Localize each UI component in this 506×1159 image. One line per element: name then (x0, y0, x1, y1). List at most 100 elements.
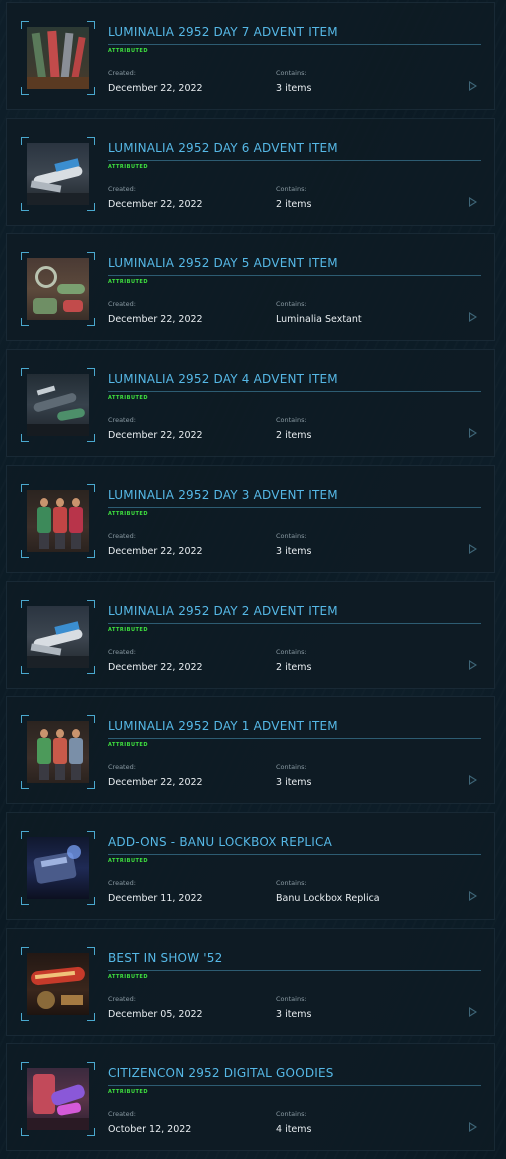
pledge-item-card[interactable]: ADD-ONS - BANU LOCKBOX REPLICA ATTRIBUTED… (6, 811, 495, 920)
created-label: Created: (108, 647, 136, 656)
item-thumbnail-image (27, 721, 89, 784)
thumbnail-detail (56, 729, 64, 739)
contains-value: 2 items (276, 198, 312, 210)
play-arrow-icon[interactable] (469, 81, 477, 91)
thumbnail-detail (35, 266, 57, 289)
pledge-item-card[interactable]: LUMINALIA 2952 DAY 3 ADVENT ITEM ATTRIBUT… (6, 464, 495, 573)
created-label: Created: (108, 878, 136, 887)
pledge-item-card[interactable]: CITIZENCON 2952 DIGITAL GOODIES ATTRIBUTE… (6, 1043, 495, 1152)
created-date: December 22, 2022 (108, 545, 203, 557)
pledge-item-card[interactable]: BEST IN SHOW '52 ATTRIBUTED Created: Contai… (6, 927, 495, 1036)
pledge-item-card[interactable]: LUMINALIA 2952 DAY 7 ADVENT ITEM ATTRIBUT… (6, 2, 495, 110)
play-arrow-icon[interactable] (469, 775, 477, 786)
status-badge: ATTRIBUTED (108, 1089, 148, 1096)
item-thumbnail (21, 21, 95, 95)
thumbnail-detail (53, 738, 67, 765)
thumbnail-detail (39, 764, 49, 781)
contains-value: 3 items (276, 777, 312, 789)
thumbnail-detail (36, 385, 56, 396)
play-arrow-icon[interactable] (469, 1122, 477, 1133)
item-thumbnail-image (27, 374, 89, 437)
status-badge: ATTRIBUTED (108, 510, 148, 517)
contains-label: Contains: (276, 416, 307, 425)
item-thumbnail-image (27, 258, 89, 321)
created-date: December 22, 2022 (108, 430, 203, 442)
title-divider (108, 738, 481, 740)
created-label: Created: (108, 763, 136, 772)
play-arrow-icon[interactable] (469, 543, 477, 554)
play-arrow-icon[interactable] (469, 312, 477, 323)
play-arrow-icon[interactable] (469, 1006, 477, 1017)
item-thumbnail-image (27, 142, 89, 205)
thumbnail-detail (37, 990, 55, 1009)
item-thumbnail (21, 252, 95, 327)
contains-value: 3 items (276, 1008, 312, 1020)
thumbnail-detail (39, 532, 49, 549)
item-thumbnail-image (27, 836, 89, 899)
title-divider (108, 853, 481, 855)
created-label: Created: (108, 69, 136, 77)
play-arrow-icon[interactable] (469, 659, 477, 670)
thumbnail-detail (69, 738, 83, 765)
thumbnail-detail (56, 1102, 82, 1117)
thumbnail-detail (56, 497, 64, 507)
play-arrow-icon[interactable] (469, 196, 477, 207)
item-title[interactable]: CITIZENCON 2952 DIGITAL GOODIES (108, 1066, 334, 1080)
created-label: Created: (108, 994, 136, 1003)
contains-label: Contains: (276, 1110, 307, 1119)
pledge-item-card[interactable]: LUMINALIA 2952 DAY 6 ADVENT ITEM ATTRIBUT… (6, 117, 495, 226)
thumbnail-detail (27, 424, 89, 437)
created-date: December 11, 2022 (108, 892, 203, 904)
thumbnail-detail (47, 30, 60, 82)
status-badge: ATTRIBUTED (108, 395, 148, 402)
thumbnail-detail (67, 844, 81, 859)
thumbnail-detail (33, 298, 57, 315)
item-thumbnail-image (27, 489, 89, 552)
thumbnail-detail (57, 284, 85, 295)
contains-label: Contains: (276, 647, 307, 656)
thumbnail-detail (27, 1118, 89, 1131)
item-title[interactable]: LUMINALIA 2952 DAY 5 ADVENT ITEM (108, 256, 338, 270)
title-divider (108, 391, 481, 393)
pledge-item-card[interactable]: LUMINALIA 2952 DAY 4 ADVENT ITEM ATTRIBUT… (6, 349, 495, 458)
item-title[interactable]: LUMINALIA 2952 DAY 3 ADVENT ITEM (108, 488, 338, 502)
item-thumbnail-image (27, 605, 89, 668)
item-title[interactable]: BEST IN SHOW '52 (108, 951, 222, 965)
item-title[interactable]: ADD-ONS - BANU LOCKBOX REPLICA (108, 835, 332, 849)
created-date: December 22, 2022 (108, 777, 203, 789)
title-divider (108, 969, 481, 971)
thumbnail-detail (40, 497, 48, 507)
status-badge: ATTRIBUTED (108, 742, 148, 749)
created-label: Created: (108, 184, 136, 193)
play-arrow-icon[interactable] (469, 890, 477, 901)
item-title[interactable]: LUMINALIA 2952 DAY 2 ADVENT ITEM (108, 604, 338, 618)
title-divider (108, 159, 481, 161)
item-thumbnail (21, 599, 95, 674)
pledge-item-card[interactable]: LUMINALIA 2952 DAY 5 ADVENT ITEM ATTRIBUT… (6, 233, 495, 342)
status-badge: ATTRIBUTED (108, 279, 148, 286)
item-thumbnail (21, 368, 95, 443)
status-badge: ATTRIBUTED (108, 973, 148, 980)
item-thumbnail (21, 483, 95, 558)
pledge-item-card[interactable]: LUMINALIA 2952 DAY 2 ADVENT ITEM ATTRIBUT… (6, 580, 495, 689)
thumbnail-detail (72, 497, 80, 507)
thumbnail-detail (40, 729, 48, 739)
item-title[interactable]: LUMINALIA 2952 DAY 7 ADVENT ITEM (108, 25, 338, 39)
item-title[interactable]: LUMINALIA 2952 DAY 4 ADVENT ITEM (108, 372, 338, 386)
item-thumbnail-image (27, 1068, 89, 1131)
item-title[interactable]: LUMINALIA 2952 DAY 6 ADVENT ITEM (108, 141, 338, 155)
item-title[interactable]: LUMINALIA 2952 DAY 1 ADVENT ITEM (108, 719, 338, 733)
contains-label: Contains: (276, 300, 307, 309)
thumbnail-detail (37, 738, 51, 765)
play-arrow-icon[interactable] (469, 428, 477, 439)
pledge-item-card[interactable]: LUMINALIA 2952 DAY 1 ADVENT ITEM ATTRIBUT… (6, 696, 495, 805)
created-date: December 22, 2022 (108, 198, 203, 210)
contains-value: 2 items (276, 661, 312, 673)
thumbnail-detail (37, 506, 51, 533)
item-thumbnail (21, 715, 95, 790)
created-label: Created: (108, 300, 136, 309)
item-thumbnail (21, 1062, 95, 1137)
item-thumbnail-image (27, 27, 89, 89)
thumbnail-detail (61, 994, 83, 1005)
thumbnail-detail (69, 506, 83, 533)
